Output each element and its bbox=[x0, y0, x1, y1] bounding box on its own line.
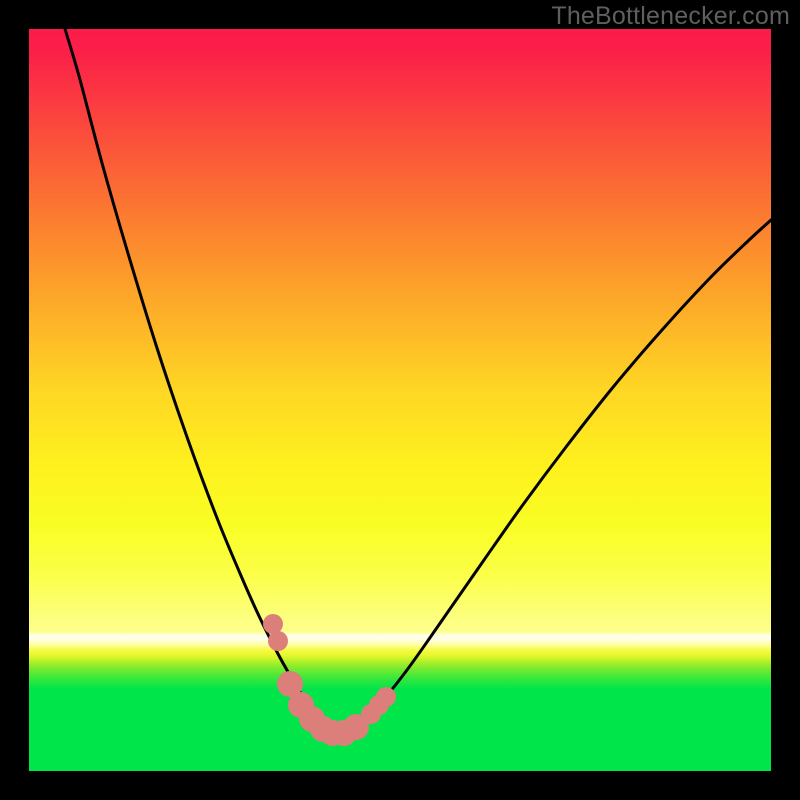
curve-markers bbox=[263, 614, 396, 746]
curve-left bbox=[65, 29, 340, 734]
curve-right bbox=[340, 220, 771, 734]
curve-marker bbox=[268, 631, 288, 651]
curve-marker bbox=[376, 687, 396, 707]
curve-layer bbox=[29, 29, 771, 771]
watermark-text: TheBottlenecker.com bbox=[551, 2, 790, 31]
curve-marker bbox=[263, 614, 283, 634]
plot-area bbox=[29, 29, 771, 771]
